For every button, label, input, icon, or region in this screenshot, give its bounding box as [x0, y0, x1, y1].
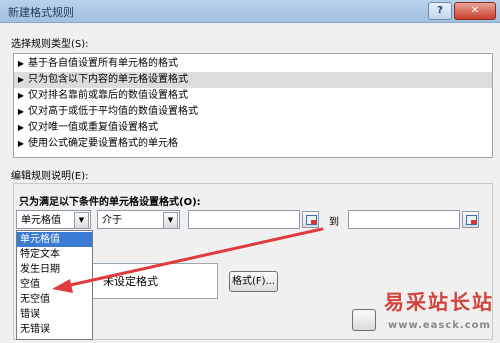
watermark-url: www.easck.com — [388, 320, 491, 331]
value-type-combo[interactable]: 单元格值 ▼ — [16, 210, 91, 229]
title-bar[interactable]: 新建格式规则 ? ✕ — [0, 0, 500, 23]
chevron-down-icon[interactable]: ▼ — [163, 212, 178, 229]
condition-label: 只为满足以下条件的单元格设置格式(O): — [19, 197, 201, 208]
dropdown-option[interactable]: 错误 — [17, 307, 92, 322]
watermark-logo: 易采站长站 — [384, 290, 494, 314]
operator-combo[interactable]: 介于 ▼ — [97, 210, 180, 229]
rule-type-item[interactable]: ▶ 使用公式确定要设置格式的单元格 — [14, 136, 492, 152]
close-button[interactable]: ✕ — [454, 2, 496, 20]
rule-type-list[interactable]: ▶ 基于各自值设置所有单元格的格式 ▶ 只为包含以下内容的单元格设置格式 ▶ 仅对排名… — [13, 53, 493, 158]
to-label: 到 — [329, 217, 339, 228]
dropdown-option[interactable]: 空值 — [17, 277, 92, 292]
dropdown-option[interactable]: 发生日期 — [17, 262, 92, 277]
triangle-right-icon: ▶ — [17, 107, 25, 116]
help-button[interactable]: ? — [428, 2, 452, 20]
rule-type-item[interactable]: ▶ 仅对排名靠前或靠后的数值设置格式 — [14, 88, 492, 104]
triangle-right-icon: ▶ — [17, 139, 25, 148]
triangle-right-icon: ▶ — [17, 75, 25, 84]
triangle-right-icon: ▶ — [17, 91, 25, 100]
value-type-dropdown[interactable]: 单元格值 特定文本 发生日期 空值 无空值 错误 无错误 — [16, 230, 93, 340]
select-rule-type-label: 选择规则类型(S): — [11, 39, 89, 50]
format-preview: 未设定格式 — [92, 263, 218, 299]
triangle-right-icon: ▶ — [17, 59, 25, 68]
rule-type-item-selected[interactable]: ▶ 只为包含以下内容的单元格设置格式 — [14, 72, 492, 88]
chevron-down-icon[interactable]: ▼ — [74, 212, 89, 229]
dropdown-option[interactable]: 特定文本 — [17, 247, 92, 262]
range-select-icon[interactable] — [302, 211, 319, 228]
dialog-title: 新建格式规则 — [8, 6, 74, 19]
dropdown-option[interactable]: 无错误 — [17, 322, 92, 337]
range-select-icon[interactable] — [462, 211, 479, 228]
min-value-input[interactable] — [188, 210, 300, 229]
dropdown-option[interactable]: 单元格值 — [17, 232, 92, 247]
max-value-input[interactable] — [348, 210, 460, 229]
ok-button[interactable] — [352, 309, 376, 331]
edit-rule-label: 编辑规则说明(E): — [11, 171, 89, 182]
rule-type-item[interactable]: ▶ 基于各自值设置所有单元格的格式 — [14, 56, 492, 72]
rule-type-item[interactable]: ▶ 仅对高于或低于平均值的数值设置格式 — [14, 104, 492, 120]
new-format-rule-dialog: 新建格式规则 ? ✕ 选择规则类型(S): ▶ 基于各自值设置所有单元格的格式 ▶… — [0, 0, 500, 343]
triangle-right-icon: ▶ — [17, 123, 25, 132]
format-button[interactable]: 格式(F)... — [229, 271, 278, 292]
rule-type-item[interactable]: ▶ 仅对唯一值或重复值设置格式 — [14, 120, 492, 136]
dropdown-option[interactable]: 无空值 — [17, 292, 92, 307]
